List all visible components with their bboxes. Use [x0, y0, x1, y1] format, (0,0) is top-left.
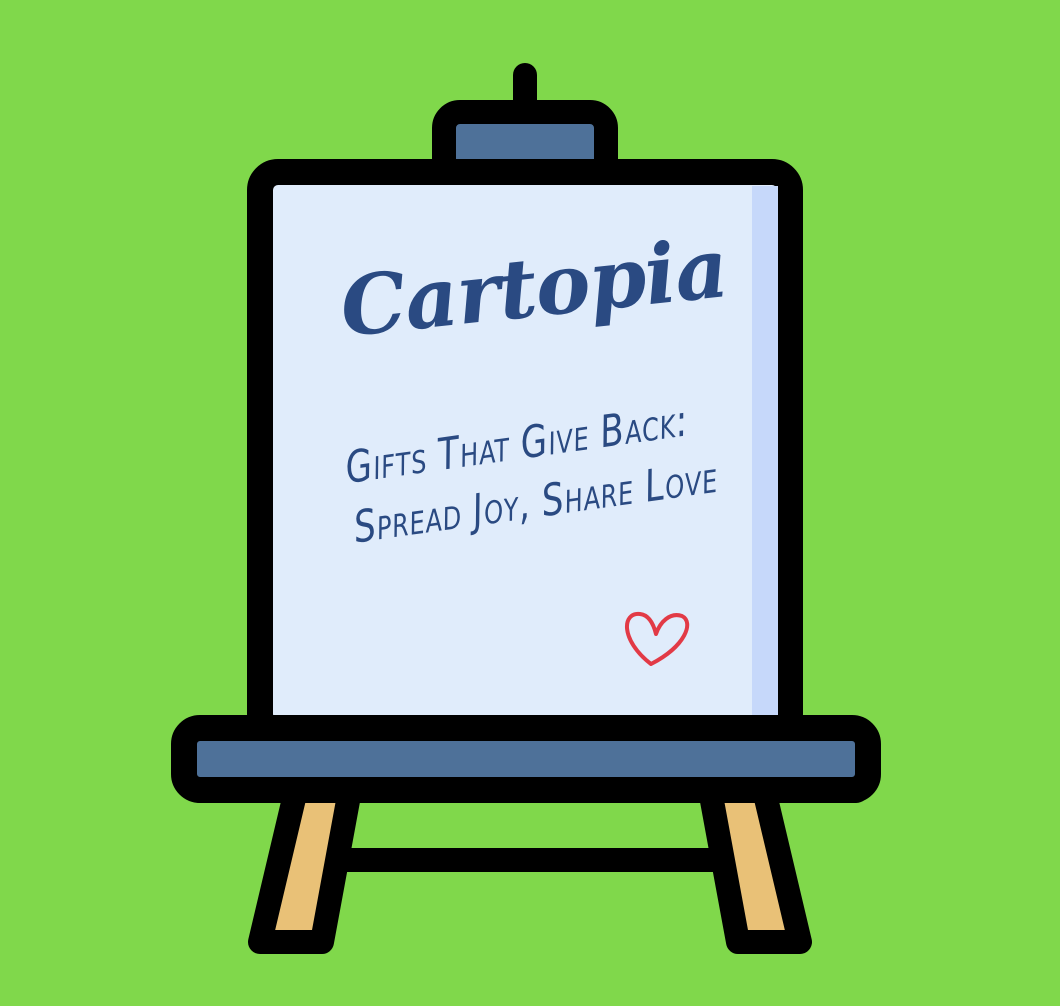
canvas-shade	[752, 186, 778, 718]
easel-leg-right	[698, 778, 812, 954]
easel-sign: Cartopia Gifts That Give Back: Spread Jo…	[0, 0, 1060, 1006]
easel-leg-left	[248, 778, 362, 954]
